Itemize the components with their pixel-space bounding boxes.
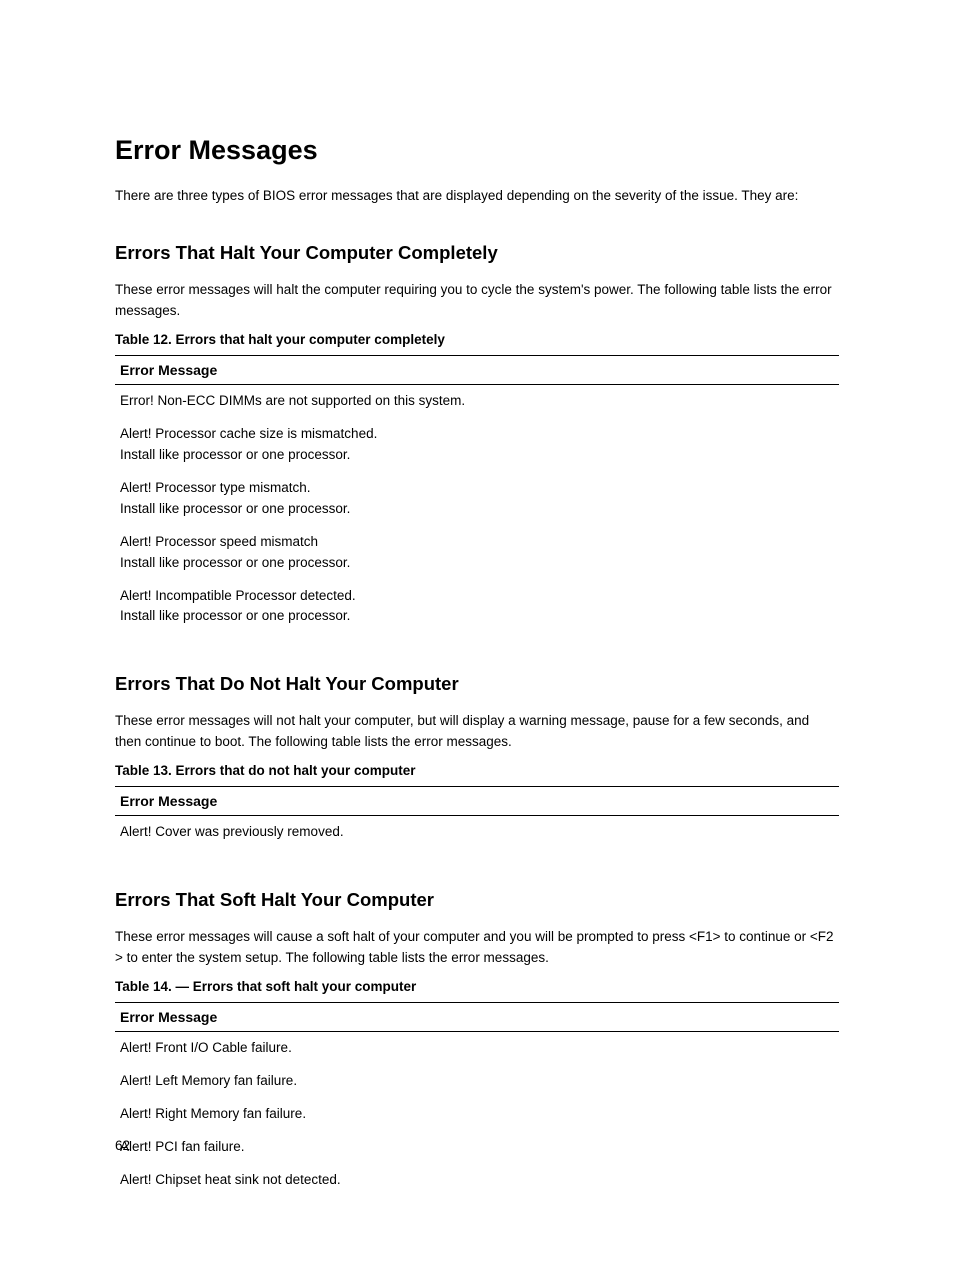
table-row: Alert! PCI fan failure.	[115, 1131, 839, 1164]
table-header: Error Message	[115, 787, 839, 816]
error-message: Alert! Processor cache size is mismatche…	[120, 424, 834, 445]
error-subtext: Install like processor or one processor.	[120, 445, 834, 466]
error-message: Error! Non-ECC DIMMs are not supported o…	[120, 391, 834, 412]
table-row: Alert! Front I/O Cable failure.	[115, 1032, 839, 1065]
error-message: Alert! Incompatible Processor detected.	[120, 586, 834, 607]
section-heading: Errors That Soft Halt Your Computer	[115, 889, 839, 911]
table-row: Alert! Left Memory fan failure.	[115, 1065, 839, 1098]
section-soft-halt: Errors That Soft Halt Your Computer Thes…	[115, 889, 839, 1196]
table-caption: Table 12. Errors that halt your computer…	[115, 332, 839, 347]
table-row: Alert! Processor type mismatch. Install …	[115, 472, 839, 526]
error-message: Alert! Front I/O Cable failure.	[120, 1038, 834, 1059]
section-no-halt: Errors That Do Not Halt Your Computer Th…	[115, 673, 839, 849]
error-message: Alert! Chipset heat sink not detected.	[120, 1170, 834, 1191]
section-intro: These error messages will cause a soft h…	[115, 927, 839, 969]
page-number: 62	[115, 1138, 130, 1153]
section-heading: Errors That Do Not Halt Your Computer	[115, 673, 839, 695]
table-row: Alert! Processor cache size is mismatche…	[115, 418, 839, 472]
error-subtext: Install like processor or one processor.	[120, 606, 834, 627]
table-caption: Table 14. — Errors that soft halt your c…	[115, 979, 839, 994]
error-message: Alert! PCI fan failure.	[120, 1137, 834, 1158]
table-header: Error Message	[115, 356, 839, 385]
page-title: Error Messages	[115, 135, 839, 166]
table-caption: Table 13. Errors that do not halt your c…	[115, 763, 839, 778]
table-row: Error! Non-ECC DIMMs are not supported o…	[115, 385, 839, 418]
table-soft-halt: Error Message Alert! Front I/O Cable fai…	[115, 1002, 839, 1197]
section-intro: These error messages will halt the compu…	[115, 280, 839, 322]
table-row: Alert! Right Memory fan failure.	[115, 1098, 839, 1131]
table-row: Alert! Incompatible Processor detected. …	[115, 580, 839, 634]
table-no-halt: Error Message Alert! Cover was previousl…	[115, 786, 839, 849]
table-row: Alert! Chipset heat sink not detected.	[115, 1164, 839, 1197]
error-message: Alert! Left Memory fan failure.	[120, 1071, 834, 1092]
error-message: Alert! Processor speed mismatch	[120, 532, 834, 553]
table-halt: Error Message Error! Non-ECC DIMMs are n…	[115, 355, 839, 633]
error-message: Alert! Processor type mismatch.	[120, 478, 834, 499]
error-subtext: Install like processor or one processor.	[120, 553, 834, 574]
error-subtext: Install like processor or one processor.	[120, 499, 834, 520]
error-message: Alert! Cover was previously removed.	[120, 822, 834, 843]
table-header: Error Message	[115, 1003, 839, 1032]
section-heading: Errors That Halt Your Computer Completel…	[115, 242, 839, 264]
error-message: Alert! Right Memory fan failure.	[120, 1104, 834, 1125]
section-intro: These error messages will not halt your …	[115, 711, 839, 753]
section-halt: Errors That Halt Your Computer Completel…	[115, 242, 839, 633]
table-row: Alert! Processor speed mismatch Install …	[115, 526, 839, 580]
intro-paragraph: There are three types of BIOS error mess…	[115, 186, 839, 206]
table-row: Alert! Cover was previously removed.	[115, 816, 839, 849]
